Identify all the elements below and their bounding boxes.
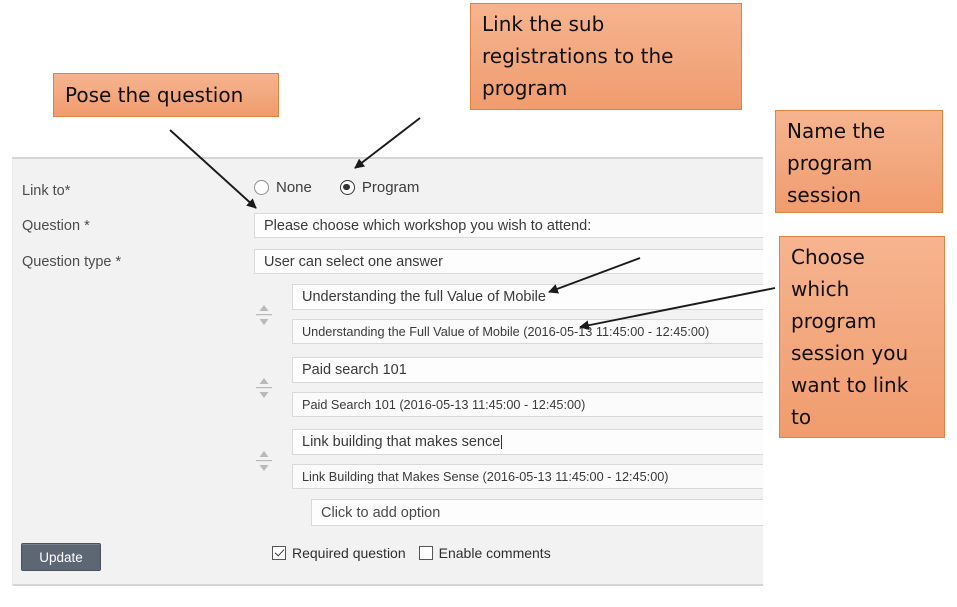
option-session-select-1[interactable]: Understanding the Full Value of Mobile (… — [292, 319, 763, 344]
update-button[interactable]: Update — [21, 543, 101, 571]
radio-program-label: Program — [361, 179, 420, 196]
option-reorder-spinner-2[interactable] — [254, 373, 274, 403]
question-input[interactable]: Please choose which workshop you wish to… — [254, 213, 763, 238]
option-session-select-2[interactable]: Paid Search 101 (2016-05-13 11:45:00 - 1… — [292, 392, 763, 417]
question-form-panel: Link to* Question * Question type * None… — [12, 157, 763, 586]
option-session-select-3[interactable]: Link Building that Makes Sense (2016-05-… — [292, 464, 763, 489]
option-text-value-3: Link building that makes sence — [302, 434, 501, 450]
option-text-input-3[interactable]: Link building that makes sence — [292, 429, 763, 455]
callout-link-sub-registrations: Link the sub registrations to the progra… — [470, 3, 742, 110]
checkbox-comments-label: Enable comments — [438, 545, 551, 561]
option-text-input-1[interactable]: Understanding the full Value of Mobile — [292, 284, 763, 310]
checkbox-required-label: Required question — [292, 545, 406, 561]
callout-name-program-session: Name the program session — [775, 110, 943, 213]
callout-pose-the-question: Pose the question — [53, 73, 279, 117]
question-flags: Required question Enable comments — [272, 545, 551, 561]
checkbox-comments-icon[interactable] — [418, 546, 433, 560]
radio-program-icon[interactable] — [339, 180, 355, 195]
radio-none-label: None — [276, 179, 312, 196]
label-question-type: Question type * — [22, 254, 122, 270]
checkbox-enable-comments[interactable]: Enable comments — [418, 545, 551, 561]
question-type-select[interactable]: User can select one answer — [254, 249, 763, 274]
link-to-radio-group: None Program — [254, 179, 419, 196]
option-text-input-2[interactable]: Paid search 101 — [292, 357, 763, 383]
radio-option-none[interactable]: None — [254, 179, 312, 196]
radio-none-icon[interactable] — [254, 180, 269, 195]
radio-option-program[interactable]: Program — [339, 179, 420, 196]
checkbox-required-question[interactable]: Required question — [272, 545, 406, 561]
checkbox-required-icon[interactable] — [272, 546, 286, 560]
option-reorder-spinner-1[interactable] — [254, 300, 274, 330]
label-question: Question * — [22, 218, 90, 234]
callout-choose-program-session: Choose which program session you want to… — [779, 236, 945, 438]
label-link-to: Link to* — [22, 183, 71, 199]
text-cursor — [501, 435, 503, 449]
option-reorder-spinner-3[interactable] — [254, 446, 274, 476]
add-option-input[interactable]: Click to add option — [311, 499, 763, 526]
